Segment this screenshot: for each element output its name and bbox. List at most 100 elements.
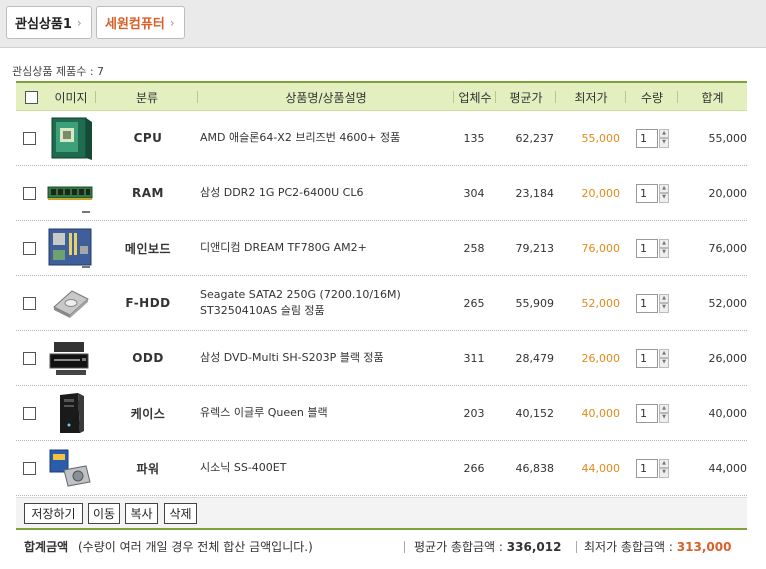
row-total: 52,000 <box>708 296 748 310</box>
quantity-stepper: 1 ▲ ▼ <box>636 441 676 495</box>
decrement-arrow-icon[interactable]: ▼ <box>659 413 669 423</box>
quantity-input[interactable]: 1 <box>636 183 658 203</box>
table-row: CPU AMD 애슬론64-X2 브리즈번 4600+ 정품 135 62,23… <box>16 111 747 166</box>
pc-case-icon <box>46 391 94 435</box>
table-row: 파워 시소닉 SS-400ET 266 46,838 44,000 1 ▲ ▼ … <box>16 441 747 496</box>
increment-arrow-icon[interactable]: ▲ <box>659 238 669 248</box>
increment-arrow-icon[interactable]: ▲ <box>659 403 669 413</box>
product-name-link[interactable]: 시소닉 SS-400ET <box>200 441 452 495</box>
product-thumbnail[interactable] <box>44 276 96 330</box>
row-total: 20,000 <box>708 186 748 200</box>
product-name-link[interactable]: AMD 애슬론64-X2 브리즈번 4600+ 정품 <box>200 111 452 165</box>
quantity-input[interactable]: 1 <box>636 348 658 368</box>
product-thumbnail[interactable] <box>44 111 96 165</box>
header-low-price: 최저가 <box>556 83 626 111</box>
row-checkbox[interactable] <box>23 406 36 420</box>
lowest-price: 40,000 <box>581 406 621 420</box>
product-thumbnail[interactable] <box>44 386 96 440</box>
row-total: 40,000 <box>708 406 748 420</box>
row-checkbox-cell <box>23 166 39 220</box>
vendor-count: 265 <box>463 296 485 310</box>
product-category: 파워 <box>136 461 160 476</box>
tab-sewon-computer[interactable]: 세원컴퓨터 › <box>96 6 185 39</box>
product-thumbnail[interactable] <box>44 221 96 275</box>
table-row: ODD 삼성 DVD-Multi SH-S203P 블랙 정품 311 28,4… <box>16 331 747 386</box>
vendor-count: 311 <box>463 351 485 365</box>
row-checkbox[interactable] <box>23 461 36 475</box>
product-thumbnail[interactable] <box>44 166 96 220</box>
tab-bar: 관심상품1 › 세원컴퓨터 › <box>0 0 766 48</box>
divider <box>576 541 577 553</box>
decrement-arrow-icon[interactable]: ▼ <box>659 468 669 478</box>
product-name-link[interactable]: 삼성 DVD-Multi SH-S203P 블랙 정품 <box>200 331 452 385</box>
chevron-right-icon: › <box>169 15 175 30</box>
increment-arrow-icon[interactable]: ▲ <box>659 128 669 138</box>
low-total-value: 313,000 <box>676 540 732 554</box>
save-button[interactable]: 저장하기 <box>24 503 83 524</box>
avg-price: 55,909 <box>515 296 555 310</box>
decrement-arrow-icon[interactable]: ▼ <box>659 358 669 368</box>
row-checkbox-cell <box>23 331 39 385</box>
header-name: 상품명/상품설명 <box>198 83 454 111</box>
total-summary: 합계금액 (수량이 여러 개일 경우 전체 합산 금액입니다.) 평균가 총합금… <box>16 528 747 563</box>
power-supply-icon <box>46 446 94 490</box>
row-checkbox[interactable] <box>23 131 36 145</box>
row-checkbox-cell <box>23 276 39 330</box>
row-checkbox[interactable] <box>23 186 36 200</box>
avg-price: 62,237 <box>515 131 555 145</box>
decrement-arrow-icon[interactable]: ▼ <box>659 138 669 148</box>
tab-favorites-1[interactable]: 관심상품1 › <box>6 6 92 39</box>
row-checkbox[interactable] <box>23 351 36 365</box>
quantity-input[interactable]: 1 <box>636 458 658 478</box>
product-category: ODD <box>132 351 164 365</box>
quantity-input[interactable]: 1 <box>636 128 658 148</box>
lowest-price: 26,000 <box>581 351 621 365</box>
vendor-count: 135 <box>463 131 485 145</box>
avg-price: 79,213 <box>515 241 555 255</box>
delete-button[interactable]: 삭제 <box>164 503 197 524</box>
table-header: 이미지 분류 상품명/상품설명 업체수 평균가 최저가 수량 합계 <box>16 81 747 111</box>
copy-button[interactable]: 복사 <box>125 503 158 524</box>
table-body: CPU AMD 애슬론64-X2 브리즈번 4600+ 정품 135 62,23… <box>16 111 747 496</box>
lowest-price: 55,000 <box>581 131 621 145</box>
quantity-input[interactable]: 1 <box>636 403 658 423</box>
vendor-count: 304 <box>463 186 485 200</box>
move-button[interactable]: 이동 <box>88 503 120 524</box>
table-row: RAM 삼성 DDR2 1G PC2-6400U CL6 304 23,184 … <box>16 166 747 221</box>
product-count: 관심상품 제품수 : 7 <box>12 65 105 78</box>
decrement-arrow-icon[interactable]: ▼ <box>659 248 669 258</box>
quantity-stepper: 1 ▲ ▼ <box>636 386 676 440</box>
vendor-count: 203 <box>463 406 485 420</box>
low-total: 최저가 총합금액 : 313,000 <box>584 538 731 555</box>
cpu-box-icon <box>46 116 94 160</box>
row-checkbox[interactable] <box>23 241 36 255</box>
product-thumbnail[interactable] <box>44 441 96 495</box>
decrement-arrow-icon[interactable]: ▼ <box>659 193 669 203</box>
row-total: 55,000 <box>708 131 748 145</box>
avg-total-value: 336,012 <box>506 540 562 554</box>
header-select-all <box>16 83 46 111</box>
lowest-price: 76,000 <box>581 241 621 255</box>
product-name-link[interactable]: 디앤디컴 DREAM TF780G AM2+ <box>200 221 452 275</box>
decrement-arrow-icon[interactable]: ▼ <box>659 303 669 313</box>
increment-arrow-icon[interactable]: ▲ <box>659 458 669 468</box>
quantity-stepper: 1 ▲ ▼ <box>636 276 676 330</box>
quantity-input[interactable]: 1 <box>636 238 658 258</box>
product-name-link[interactable]: 삼성 DDR2 1G PC2-6400U CL6 <box>200 166 452 220</box>
product-name-link[interactable]: Seagate SATA2 250G (7200.10/16M) ST32504… <box>200 276 452 330</box>
row-checkbox[interactable] <box>23 296 36 310</box>
product-name-link[interactable]: 유렉스 이글루 Queen 블랙 <box>200 386 452 440</box>
header-qty: 수량 <box>626 83 678 111</box>
increment-arrow-icon[interactable]: ▲ <box>659 293 669 303</box>
select-all-checkbox[interactable] <box>24 90 38 104</box>
quantity-input[interactable]: 1 <box>636 293 658 313</box>
summary-note: (수량이 여러 개일 경우 전체 합산 금액입니다.) <box>78 540 313 554</box>
motherboard-icon <box>46 226 94 270</box>
product-thumbnail[interactable] <box>44 331 96 385</box>
increment-arrow-icon[interactable]: ▲ <box>659 183 669 193</box>
action-toolbar: 저장하기 이동 복사 삭제 <box>16 497 747 528</box>
product-category: 케이스 <box>130 406 166 421</box>
quantity-stepper: 1 ▲ ▼ <box>636 331 676 385</box>
increment-arrow-icon[interactable]: ▲ <box>659 348 669 358</box>
row-total: 76,000 <box>708 241 748 255</box>
